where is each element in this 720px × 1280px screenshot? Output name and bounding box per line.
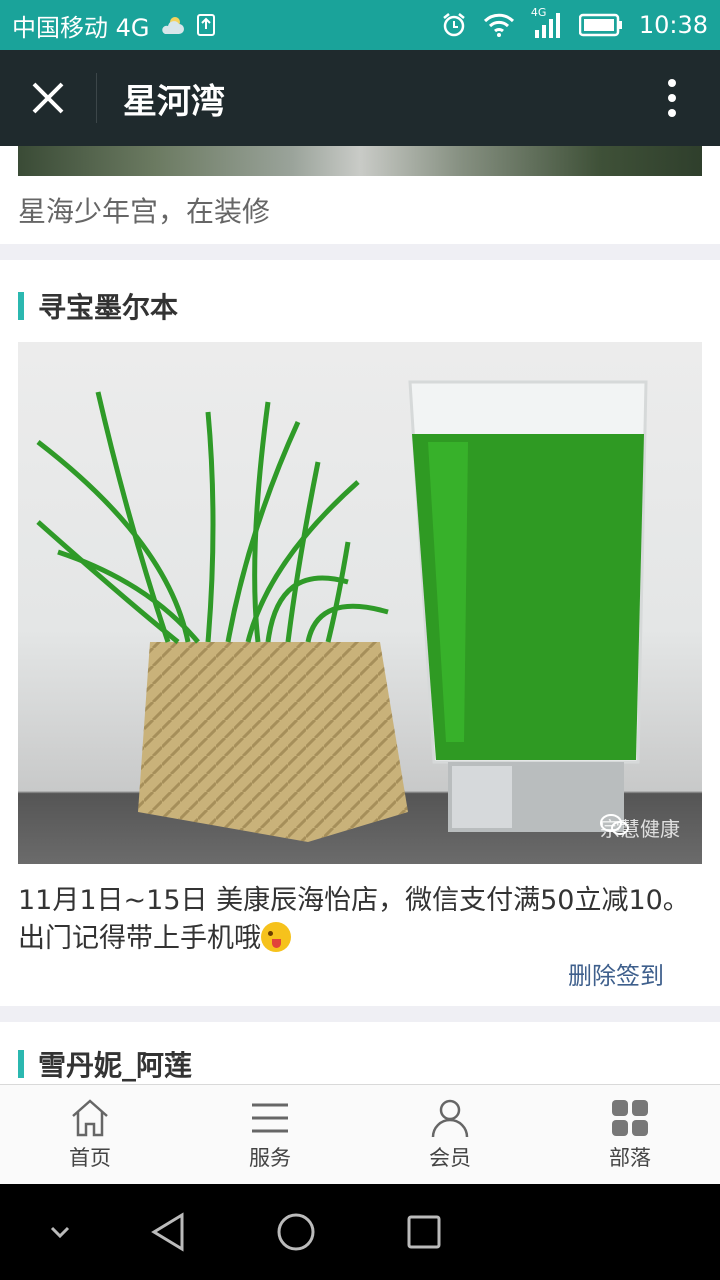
juice-glass-illustration	[408, 380, 648, 832]
wheatgrass-illustration	[36, 391, 389, 644]
divider	[0, 244, 720, 260]
home-icon	[68, 1098, 112, 1138]
wifi-icon	[483, 13, 515, 37]
wink-tongue-emoji-icon	[261, 922, 291, 952]
back-button[interactable]	[140, 1204, 196, 1260]
feed[interactable]: 星海少年宫，在装修 寻宝墨尔本 宗慧健康 11月1日~15日 美康辰海怡店，微信…	[0, 146, 720, 1084]
nav-label: 会员	[429, 1145, 471, 1170]
carrier-label: 中国移动 4G	[12, 13, 150, 42]
home-button[interactable]	[268, 1204, 324, 1260]
post-card[interactable]: 寻宝墨尔本 宗慧健康 11月1日~15日 美康辰海怡店，微信支付满50立减10。…	[0, 260, 720, 1006]
title-bar: 星河湾	[0, 50, 720, 146]
post-image[interactable]: 宗慧健康	[18, 342, 702, 864]
delete-checkin-link[interactable]: 删除签到	[568, 956, 664, 991]
divider	[0, 1006, 720, 1022]
recents-button[interactable]	[396, 1204, 452, 1260]
list-icon	[248, 1098, 292, 1138]
post-author[interactable]: 雪丹妮_阿莲	[38, 1044, 192, 1084]
user-icon	[428, 1098, 472, 1138]
accent-bar	[18, 292, 24, 320]
accent-bar	[18, 1050, 24, 1078]
battery-icon	[578, 13, 623, 37]
signal-icon: 4G	[531, 6, 563, 38]
back-triangle-icon	[151, 1212, 184, 1252]
upload-notification-icon	[196, 13, 216, 37]
bottom-nav: 首页 服务 会员 部落	[0, 1084, 720, 1184]
basket-illustration	[138, 642, 408, 842]
page-title: 星河湾	[123, 81, 225, 122]
post-card[interactable]: 星海少年宫，在装修	[0, 146, 720, 244]
nav-services[interactable]: 服务	[180, 1085, 360, 1184]
close-button[interactable]	[0, 50, 96, 146]
recents-square-icon	[407, 1215, 441, 1249]
nav-community[interactable]: 部落	[540, 1085, 720, 1184]
nav-members[interactable]: 会员	[360, 1085, 540, 1184]
home-circle-icon	[277, 1213, 315, 1251]
post-caption: 星海少年宫，在装修	[18, 195, 271, 228]
post-text: 11月1日~15日 美康辰海怡店，微信支付满50立减10。出门记得带上手机哦	[18, 885, 690, 954]
status-bar: 中国移动 4G 4G 10:38	[0, 0, 720, 50]
network-type-badge: 4G	[530, 6, 547, 19]
weather-icon	[160, 14, 186, 36]
grid-icon	[608, 1098, 652, 1138]
nav-label: 服务	[249, 1145, 291, 1170]
chevron-down-icon	[50, 1226, 70, 1238]
post-image[interactable]	[18, 146, 702, 176]
post-author[interactable]: 寻宝墨尔本	[38, 286, 178, 326]
nav-label: 部落	[609, 1145, 651, 1170]
alarm-icon	[441, 12, 467, 38]
close-icon	[32, 82, 64, 114]
nav-home[interactable]: 首页	[0, 1085, 180, 1184]
nav-label: 首页	[69, 1145, 111, 1170]
wechat-icon	[600, 814, 629, 835]
hide-keyboard-button[interactable]	[32, 1204, 88, 1260]
title-divider	[96, 73, 97, 123]
more-menu-button[interactable]	[624, 50, 720, 146]
clock: 10:38	[638, 11, 708, 39]
more-vertical-icon	[668, 79, 676, 117]
post-card[interactable]: 雪丹妮_阿莲	[0, 1022, 720, 1084]
system-nav-bar	[0, 1184, 720, 1280]
image-watermark: 宗慧健康	[600, 813, 680, 842]
